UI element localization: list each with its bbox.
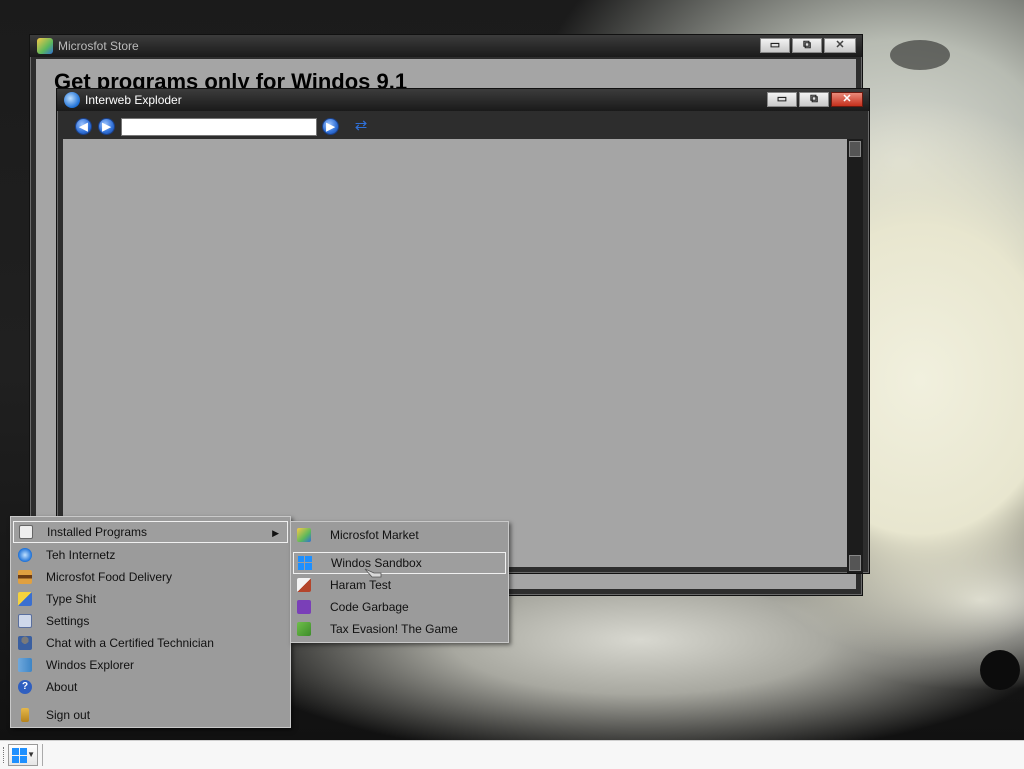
apps-grid-icon	[19, 525, 33, 539]
go-arrow-icon[interactable]: ▶	[322, 118, 339, 135]
store-minimize-button[interactable]: ▭	[760, 38, 790, 53]
start-menu-item-type-shit[interactable]: Type Shit	[13, 588, 288, 610]
back-arrow-icon[interactable]: ◀	[75, 118, 92, 135]
browser-close-button[interactable]: ✕	[831, 92, 863, 107]
taskbar-separator	[42, 744, 43, 766]
key-icon	[21, 708, 29, 722]
notepad-icon	[18, 592, 32, 606]
start-menu-item-about[interactable]: ? About	[13, 676, 288, 698]
menu-item-label: Installed Programs	[47, 525, 148, 539]
menu-item-label: Windos Explorer	[46, 658, 135, 672]
browser-minimize-button[interactable]: ▭	[767, 92, 797, 107]
paint-brush-icon	[297, 578, 311, 592]
chevron-down-icon: ▼	[27, 750, 35, 759]
technician-icon	[18, 636, 32, 650]
store-titlebar[interactable]: Microsfot Store ▭ ⧉ ✕	[30, 35, 862, 57]
start-menu-item-teh-internetz[interactable]: Teh Internetz	[13, 544, 288, 566]
submenu-item-code-garbage[interactable]: Code Garbage	[293, 596, 506, 618]
submenu-arrow-icon: ▶	[272, 528, 279, 538]
scroll-up-button[interactable]	[849, 141, 861, 157]
start-menu-item-chat-technician[interactable]: Chat with a Certified Technician	[13, 632, 288, 654]
forward-arrow-icon[interactable]: ▶	[98, 118, 115, 135]
start-menu-item-food-delivery[interactable]: Microsfot Food Delivery	[13, 566, 288, 588]
start-menu-item-windos-explorer[interactable]: Windos Explorer	[13, 654, 288, 676]
market-icon	[297, 528, 311, 542]
internet-explorer-icon	[18, 548, 32, 562]
browser-toolbar: ◀ ▶ ▶ ⇄	[63, 115, 863, 139]
submenu-item-windos-sandbox[interactable]: Windos Sandbox	[293, 552, 506, 574]
burger-icon	[18, 570, 32, 584]
store-close-button[interactable]: ✕	[824, 38, 856, 53]
store-title: Microsfot Store	[58, 39, 139, 53]
menu-item-label: Type Shit	[46, 592, 97, 606]
mouse-cursor-icon	[364, 568, 382, 578]
menu-item-label: Sign out	[46, 708, 91, 722]
windows-logo-icon	[12, 748, 27, 763]
store-app-icon	[37, 38, 53, 54]
installed-programs-submenu: Microsfot Market Windos Sandbox Haram Te…	[290, 521, 509, 643]
folder-icon	[18, 658, 32, 672]
submenu-item-tax-evasion[interactable]: Tax Evasion! The Game	[293, 618, 506, 640]
browser-window: Interweb Exploder ▭ ⧉ ✕ ◀ ▶ ▶ ⇄	[56, 88, 870, 574]
taskbar-grip[interactable]	[3, 747, 7, 763]
visual-studio-icon	[297, 600, 311, 614]
browser-titlebar[interactable]: Interweb Exploder ▭ ⧉ ✕	[57, 89, 869, 111]
browser-viewport[interactable]	[63, 139, 863, 567]
submenu-item-microsfot-market[interactable]: Microsfot Market	[293, 524, 506, 546]
menu-item-label: Settings	[46, 614, 90, 628]
scroll-down-button[interactable]	[849, 555, 861, 571]
menu-item-label: Tax Evasion! The Game	[330, 622, 458, 636]
internet-explorer-icon	[64, 92, 80, 108]
start-menu-item-settings[interactable]: Settings	[13, 610, 288, 632]
start-menu-item-sign-out[interactable]: Sign out	[13, 704, 288, 726]
windows-logo-icon	[298, 556, 312, 570]
start-button[interactable]: ▼	[8, 744, 38, 766]
refresh-icon[interactable]: ⇄	[353, 117, 369, 135]
menu-item-label: Microsfot Food Delivery	[46, 570, 173, 584]
start-menu: Installed Programs ▶ Teh Internetz Micro…	[10, 516, 291, 728]
help-icon: ?	[18, 680, 32, 694]
menu-item-label: Code Garbage	[330, 600, 409, 614]
submenu-item-haram-test[interactable]: Haram Test	[293, 574, 506, 596]
menu-item-label: Teh Internetz	[46, 548, 116, 562]
menu-item-label: Chat with a Certified Technician	[46, 636, 214, 650]
menu-item-label: Microsfot Market	[330, 528, 419, 542]
wallpaper-spot	[980, 650, 1020, 690]
start-menu-item-installed-programs[interactable]: Installed Programs ▶	[13, 521, 288, 543]
browser-vertical-scrollbar[interactable]	[847, 139, 863, 573]
browser-maximize-button[interactable]: ⧉	[799, 92, 829, 107]
address-bar-input[interactable]	[121, 118, 317, 136]
menu-item-label: About	[46, 680, 78, 694]
taskbar: ▼	[0, 740, 1024, 769]
settings-icon	[18, 614, 32, 628]
browser-title: Interweb Exploder	[85, 93, 182, 107]
store-maximize-button[interactable]: ⧉	[792, 38, 822, 53]
wallpaper-spot	[890, 40, 950, 70]
money-icon	[297, 622, 311, 636]
